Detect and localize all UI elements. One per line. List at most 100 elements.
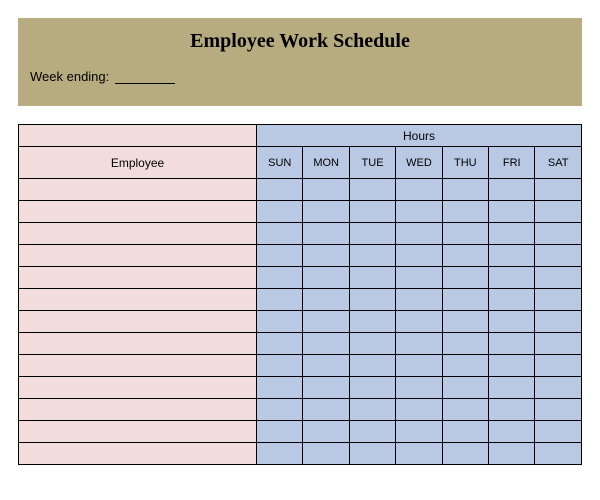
hours-cell[interactable]: [489, 421, 535, 443]
hours-cell[interactable]: [303, 333, 349, 355]
hours-cell[interactable]: [489, 377, 535, 399]
hours-cell[interactable]: [257, 399, 303, 421]
employee-cell[interactable]: [19, 223, 257, 245]
hours-cell[interactable]: [257, 333, 303, 355]
hours-cell[interactable]: [396, 179, 442, 201]
hours-cell[interactable]: [489, 333, 535, 355]
hours-cell[interactable]: [349, 421, 395, 443]
hours-cell[interactable]: [489, 179, 535, 201]
hours-cell[interactable]: [535, 421, 582, 443]
hours-cell[interactable]: [535, 201, 582, 223]
hours-cell[interactable]: [349, 399, 395, 421]
hours-cell[interactable]: [489, 223, 535, 245]
hours-cell[interactable]: [257, 245, 303, 267]
hours-cell[interactable]: [442, 311, 488, 333]
hours-cell[interactable]: [349, 355, 395, 377]
hours-cell[interactable]: [349, 201, 395, 223]
employee-cell[interactable]: [19, 245, 257, 267]
hours-cell[interactable]: [303, 289, 349, 311]
hours-cell[interactable]: [442, 443, 488, 465]
hours-cell[interactable]: [349, 443, 395, 465]
hours-cell[interactable]: [396, 377, 442, 399]
hours-cell[interactable]: [489, 245, 535, 267]
hours-cell[interactable]: [535, 289, 582, 311]
hours-cell[interactable]: [489, 311, 535, 333]
hours-cell[interactable]: [303, 399, 349, 421]
hours-cell[interactable]: [489, 355, 535, 377]
hours-cell[interactable]: [349, 267, 395, 289]
hours-cell[interactable]: [396, 443, 442, 465]
hours-cell[interactable]: [349, 377, 395, 399]
hours-cell[interactable]: [442, 267, 488, 289]
hours-cell[interactable]: [442, 289, 488, 311]
hours-cell[interactable]: [303, 421, 349, 443]
employee-cell[interactable]: [19, 179, 257, 201]
hours-cell[interactable]: [535, 267, 582, 289]
hours-cell[interactable]: [303, 179, 349, 201]
hours-cell[interactable]: [535, 245, 582, 267]
hours-cell[interactable]: [303, 245, 349, 267]
hours-cell[interactable]: [349, 311, 395, 333]
hours-cell[interactable]: [442, 333, 488, 355]
hours-cell[interactable]: [442, 421, 488, 443]
employee-cell[interactable]: [19, 289, 257, 311]
hours-cell[interactable]: [442, 223, 488, 245]
hours-cell[interactable]: [257, 179, 303, 201]
hours-cell[interactable]: [257, 201, 303, 223]
hours-cell[interactable]: [442, 399, 488, 421]
employee-cell[interactable]: [19, 399, 257, 421]
hours-cell[interactable]: [535, 223, 582, 245]
hours-cell[interactable]: [442, 355, 488, 377]
hours-cell[interactable]: [396, 201, 442, 223]
hours-cell[interactable]: [396, 311, 442, 333]
hours-cell[interactable]: [442, 377, 488, 399]
hours-cell[interactable]: [303, 355, 349, 377]
hours-cell[interactable]: [396, 399, 442, 421]
hours-cell[interactable]: [303, 311, 349, 333]
hours-cell[interactable]: [396, 421, 442, 443]
hours-cell[interactable]: [349, 223, 395, 245]
employee-cell[interactable]: [19, 421, 257, 443]
hours-cell[interactable]: [535, 377, 582, 399]
employee-cell[interactable]: [19, 377, 257, 399]
hours-cell[interactable]: [396, 333, 442, 355]
employee-cell[interactable]: [19, 333, 257, 355]
hours-cell[interactable]: [489, 201, 535, 223]
hours-cell[interactable]: [396, 223, 442, 245]
hours-cell[interactable]: [396, 289, 442, 311]
hours-cell[interactable]: [396, 245, 442, 267]
hours-cell[interactable]: [257, 355, 303, 377]
hours-cell[interactable]: [535, 399, 582, 421]
hours-cell[interactable]: [257, 443, 303, 465]
hours-cell[interactable]: [303, 267, 349, 289]
hours-cell[interactable]: [535, 355, 582, 377]
hours-cell[interactable]: [257, 377, 303, 399]
employee-cell[interactable]: [19, 267, 257, 289]
hours-cell[interactable]: [257, 223, 303, 245]
employee-cell[interactable]: [19, 355, 257, 377]
hours-cell[interactable]: [257, 289, 303, 311]
hours-cell[interactable]: [349, 179, 395, 201]
hours-cell[interactable]: [349, 289, 395, 311]
employee-cell[interactable]: [19, 201, 257, 223]
hours-cell[interactable]: [442, 201, 488, 223]
employee-cell[interactable]: [19, 311, 257, 333]
hours-cell[interactable]: [535, 311, 582, 333]
hours-cell[interactable]: [257, 421, 303, 443]
hours-cell[interactable]: [257, 311, 303, 333]
hours-cell[interactable]: [303, 201, 349, 223]
hours-cell[interactable]: [535, 179, 582, 201]
employee-cell[interactable]: [19, 443, 257, 465]
hours-cell[interactable]: [442, 245, 488, 267]
hours-cell[interactable]: [489, 443, 535, 465]
hours-cell[interactable]: [396, 267, 442, 289]
hours-cell[interactable]: [396, 355, 442, 377]
hours-cell[interactable]: [303, 443, 349, 465]
week-ending-input-line[interactable]: [115, 83, 175, 84]
hours-cell[interactable]: [535, 443, 582, 465]
hours-cell[interactable]: [489, 289, 535, 311]
hours-cell[interactable]: [489, 399, 535, 421]
hours-cell[interactable]: [535, 333, 582, 355]
hours-cell[interactable]: [489, 267, 535, 289]
hours-cell[interactable]: [442, 179, 488, 201]
